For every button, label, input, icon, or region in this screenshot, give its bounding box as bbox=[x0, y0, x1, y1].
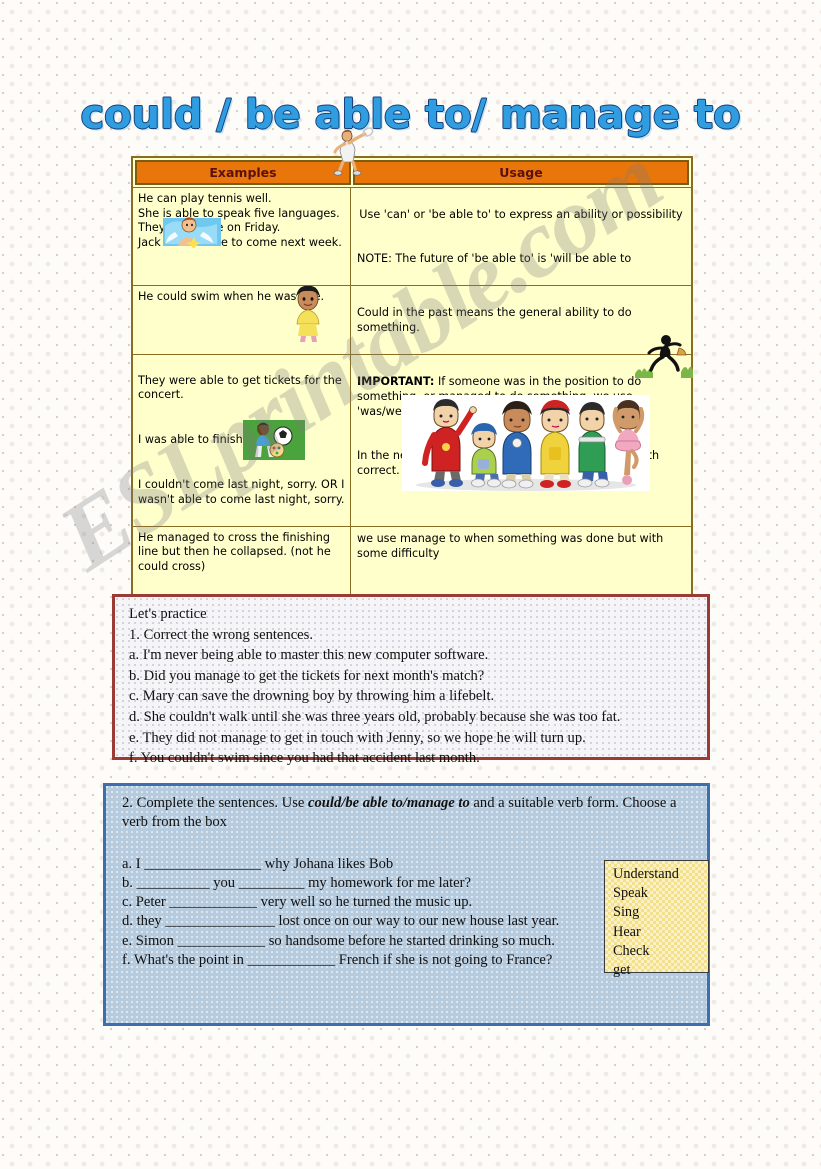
examples-text-4: He managed to cross the finishing line b… bbox=[138, 530, 331, 573]
page-title: could / be able to/ manage to bbox=[80, 91, 742, 138]
examples-text-3a: They were able to get tickets for the co… bbox=[138, 373, 342, 402]
exercise2-item-c[interactable]: c. Peter ____________ very well so he tu… bbox=[122, 893, 600, 912]
practice-item-f: f. You couldn't swim since you had that … bbox=[129, 750, 480, 767]
examples-text-3b: I was able to finish before 6. bbox=[138, 433, 297, 446]
exercise2-item-e[interactable]: e. Simon ____________ so handsome before… bbox=[122, 932, 600, 951]
verb-option-speak: Speak bbox=[613, 885, 648, 902]
angel-boy-icon bbox=[163, 217, 221, 248]
girl-icon bbox=[296, 285, 320, 342]
exercise2-instruction: 2. Complete the sentences. Use could/be … bbox=[122, 794, 695, 833]
exercise2-item-b[interactable]: b. __________ you _________ my homework … bbox=[122, 874, 600, 893]
table-cell-examples: They were able to get tickets for the co… bbox=[133, 355, 351, 526]
practice-heading: Let's practice bbox=[129, 606, 207, 622]
tennis-player-icon bbox=[333, 127, 374, 176]
table-header-row: Examples Usage bbox=[133, 158, 691, 188]
exercise2-item-d[interactable]: d. they _______________ lost once on our… bbox=[122, 912, 600, 931]
verb-option-get: get bbox=[613, 962, 631, 979]
soccer-boy-icon bbox=[243, 420, 305, 460]
exercise2-items: a. I ________________ why Johana likes B… bbox=[122, 855, 600, 971]
page-title-container: could / be able to/ manage to bbox=[0, 91, 821, 138]
exercise2-instruction-before: 2. Complete the sentences. Use bbox=[122, 795, 309, 811]
exercise2-instruction-bold: could/be able to/manage to bbox=[308, 795, 470, 811]
practice-item-c: c. Mary can save the drowning boy by thr… bbox=[129, 688, 495, 705]
practice-instruction: 1. Correct the wrong sentences. bbox=[129, 626, 313, 643]
verb-option-understand: Understand bbox=[613, 866, 679, 882]
running-man-icon bbox=[635, 335, 693, 378]
practice-section: Let's practice 1. Correct the wrong sent… bbox=[112, 594, 710, 766]
table-header-examples: Examples bbox=[135, 160, 351, 185]
verb-word-box: Understand Speak Sing Hear Check get bbox=[604, 860, 709, 978]
usage-text-4: we use manage to when something was done… bbox=[357, 531, 664, 560]
table-cell-usage: Use 'can' or 'be able to' to express an … bbox=[351, 188, 691, 285]
table-row: He could swim when he was five. Could in… bbox=[133, 286, 691, 355]
exercise2-section: 2. Complete the sentences. Use could/be … bbox=[103, 783, 710, 1026]
usage-text-1a: Use 'can' or 'be able to' to express an … bbox=[359, 208, 683, 221]
children-group-icon bbox=[402, 395, 650, 491]
practice-item-b: b. Did you manage to get the tickets for… bbox=[129, 667, 485, 684]
usage-text-1b: NOTE: The future of 'be able to' is 'wil… bbox=[357, 252, 632, 265]
exercise2-item-a[interactable]: a. I ________________ why Johana likes B… bbox=[122, 855, 600, 874]
table-header-usage: Usage bbox=[353, 160, 689, 185]
exercise2-item-f[interactable]: f. What's the point in ____________ Fren… bbox=[122, 951, 600, 970]
practice-item-d: d. She couldn't walk until she was three… bbox=[129, 708, 621, 725]
practice-item-a: a. I'm never being able to master this n… bbox=[129, 647, 489, 664]
usage-important-label: IMPORTANT: bbox=[357, 375, 435, 388]
verb-option-hear: Hear bbox=[613, 923, 641, 940]
examples-text-3c: I couldn't come last night, sorry. OR I … bbox=[138, 478, 345, 506]
verb-option-sing: Sing bbox=[613, 904, 640, 921]
verb-option-check: Check bbox=[613, 942, 650, 959]
practice-item-e: e. They did not manage to get in touch w… bbox=[129, 729, 586, 746]
